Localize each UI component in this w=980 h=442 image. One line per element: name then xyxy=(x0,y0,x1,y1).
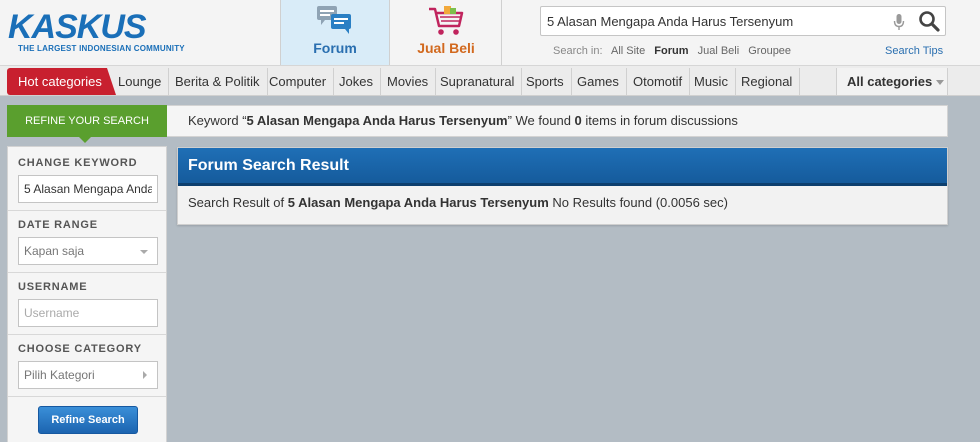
search-scope-all-site[interactable]: All Site xyxy=(611,45,645,57)
username-field[interactable] xyxy=(18,299,158,327)
category-value: Pilih Kategori xyxy=(24,368,95,382)
result-keyword: 5 Alasan Mengapa Anda Harus Tersenyum xyxy=(287,195,549,210)
refine-sidebar: CHANGE KEYWORD DATE RANGE Kapan saja USE… xyxy=(7,146,167,442)
keyword-middle: ” We found xyxy=(507,113,575,128)
nav-item-games[interactable]: Games xyxy=(570,68,627,95)
nav-item-computer[interactable]: Computer xyxy=(262,68,335,95)
microphone-icon[interactable] xyxy=(893,13,905,31)
search-scope: Search in: All Site Forum Jual Beli Grou… xyxy=(553,45,797,57)
tab-forum[interactable]: Forum xyxy=(280,0,390,65)
search-tips-link[interactable]: Search Tips xyxy=(885,45,943,57)
nav-item-lounge[interactable]: Lounge xyxy=(111,68,170,95)
nav-item-music[interactable]: Music xyxy=(687,68,736,95)
category-nav: Hot categories Lounge Berita & Politik C… xyxy=(0,65,980,96)
tab-forum-label: Forum xyxy=(313,40,357,56)
tab-jual-beli[interactable]: Jual Beli xyxy=(391,0,502,65)
logo-wordmark: KASKUS xyxy=(8,8,147,46)
sidebar-divider xyxy=(8,334,166,335)
result-count: 0 xyxy=(574,113,582,128)
result-title: Forum Search Result xyxy=(178,148,947,186)
keyword-summary-text: Keyword “5 Alasan Mengapa Anda Harus Ter… xyxy=(188,106,738,136)
date-range-label: DATE RANGE xyxy=(18,219,98,231)
date-range-select[interactable]: Kapan saja xyxy=(18,237,158,265)
change-keyword-label: CHANGE KEYWORD xyxy=(18,157,138,169)
search-scope-jual-beli[interactable]: Jual Beli xyxy=(698,45,740,57)
nav-item-supranatural[interactable]: Supranatural xyxy=(433,68,523,95)
tab-jual-beli-label: Jual Beli xyxy=(417,40,475,56)
search-scope-groupee[interactable]: Groupee xyxy=(748,45,791,57)
nav-item-regional[interactable]: Regional xyxy=(734,68,801,95)
nav-item-sports[interactable]: Sports xyxy=(519,68,572,95)
forum-chat-icon xyxy=(317,6,351,34)
refine-search-button[interactable]: Refine Search xyxy=(38,406,138,434)
search-in-label: Search in: xyxy=(553,45,603,57)
chevron-down-icon xyxy=(140,250,148,254)
shopping-cart-icon xyxy=(429,6,464,35)
kaskus-logo[interactable]: KASKUS THE LARGEST INDONESIAN COMMUNITY xyxy=(8,8,188,58)
hot-categories-button[interactable]: Hot categories xyxy=(7,68,116,95)
result-suffix: No Results found (0.0056 sec) xyxy=(548,195,728,210)
keyword-field[interactable] xyxy=(18,175,158,203)
keyword-value: 5 Alasan Mengapa Anda Harus Tersenyum xyxy=(246,113,508,128)
site-header: KASKUS THE LARGEST INDONESIAN COMMUNITY … xyxy=(0,0,980,65)
chevron-down-icon xyxy=(936,80,945,86)
all-categories-label: All categories xyxy=(847,74,933,89)
search-box xyxy=(540,6,946,36)
all-categories-dropdown[interactable]: All categories xyxy=(836,68,948,95)
keyword-prefix: Keyword “ xyxy=(188,113,247,128)
chevron-right-icon xyxy=(143,371,147,379)
sidebar-divider xyxy=(8,272,166,273)
keyword-suffix: items in forum discussions xyxy=(581,113,738,128)
category-select[interactable]: Pilih Kategori xyxy=(18,361,158,389)
forum-search-result-panel: Forum Search Result Search Result of 5 A… xyxy=(177,147,948,225)
sidebar-divider xyxy=(8,396,166,397)
sidebar-divider xyxy=(8,210,166,211)
search-icon[interactable] xyxy=(917,9,941,33)
nav-item-otomotif[interactable]: Otomotif xyxy=(626,68,691,95)
result-summary: Search Result of 5 Alasan Mengapa Anda H… xyxy=(188,195,728,210)
search-scope-forum[interactable]: Forum xyxy=(654,45,688,57)
refine-your-search-tab[interactable]: REFINE YOUR SEARCH xyxy=(7,105,167,143)
choose-category-label: CHOOSE CATEGORY xyxy=(18,343,142,355)
nav-item-movies[interactable]: Movies xyxy=(380,68,437,95)
result-prefix: Search Result of xyxy=(188,195,288,210)
keyword-summary-bar: REFINE YOUR SEARCH Keyword “5 Alasan Men… xyxy=(7,105,948,143)
logo-tagline: THE LARGEST INDONESIAN COMMUNITY xyxy=(18,44,185,53)
nav-item-jokes[interactable]: Jokes xyxy=(332,68,381,95)
nav-item-berita-politik[interactable]: Berita & Politik xyxy=(168,68,268,95)
username-label: USERNAME xyxy=(18,281,88,293)
search-input[interactable] xyxy=(547,7,877,35)
date-range-value: Kapan saja xyxy=(24,244,85,258)
